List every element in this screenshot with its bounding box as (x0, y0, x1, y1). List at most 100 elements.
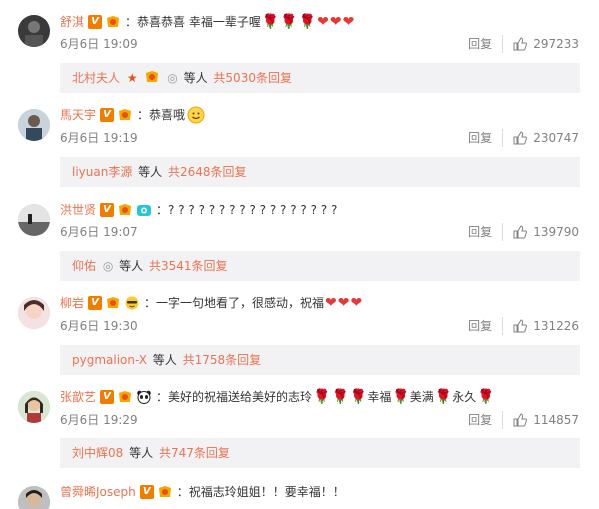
comment-date: 6月6日 19:19 (60, 131, 138, 145)
verified-badge-icon: V (100, 108, 115, 122)
sub-replies: 刘中辉08 等人 共747条回复 (60, 438, 580, 468)
comment-text-part: 永久 (452, 390, 477, 404)
like-icon (513, 37, 528, 51)
rose-emoji-icon: 🌹 (261, 14, 280, 30)
sub-reply-users[interactable]: liyuan李源 (72, 165, 132, 179)
sub-reply-users[interactable]: pygmalion-X (72, 353, 147, 367)
avatar[interactable] (18, 109, 50, 141)
like-icon (513, 131, 528, 145)
reply-button[interactable]: 回复 (468, 223, 504, 241)
vip-badge-icon (119, 391, 132, 402)
rose-emoji-icon: 🌹 (349, 389, 368, 405)
vip-badge-icon (119, 204, 132, 215)
like-count: 230747 (533, 131, 579, 145)
sub-reply-total[interactable]: 共2648条回复 (168, 165, 247, 179)
sub-reply-etc: 等人 (152, 353, 177, 367)
sub-replies: 北村夫人 ★ ◎ 等人 共5030条回复 (60, 63, 580, 93)
sub-reply-users[interactable]: 北村夫人 (72, 71, 120, 85)
panda-badge-icon (137, 390, 151, 404)
camera-badge-icon (137, 205, 152, 216)
username[interactable]: 张歆艺 (60, 387, 96, 407)
like-button[interactable]: 131226 (513, 317, 579, 335)
sub-reply-users[interactable]: 刘中辉08 (72, 446, 123, 460)
heart-emoji-icon: ❤ (350, 295, 363, 311)
like-count: 114857 (533, 413, 579, 427)
vip-badge-icon (158, 486, 171, 497)
sub-reply-etc: 等人 (119, 259, 144, 273)
reply-button[interactable]: 回复 (468, 411, 504, 429)
reply-button[interactable]: 回复 (468, 317, 504, 335)
verified-badge-icon: V (88, 296, 103, 310)
avatar[interactable] (18, 204, 50, 236)
verified-badge-icon: V (88, 15, 103, 29)
comment-text: ：一字一句地看了，很感动，祝福 (144, 296, 325, 310)
comment-date: 6月6日 19:09 (60, 37, 138, 51)
rose-emoji-icon: 🌹 (392, 389, 410, 405)
vip-badge-icon (107, 297, 120, 308)
comment-date: 6月6日 19:30 (60, 319, 138, 333)
comment-date: 6月6日 19:29 (60, 413, 138, 427)
reply-button[interactable]: 回复 (468, 129, 504, 147)
like-icon (513, 225, 528, 239)
verified-badge-icon: V (100, 203, 115, 217)
comment-text: ：? ? ? ? ? ? ? ? ? ? ? ? ? ? ? ? ? (156, 203, 338, 217)
avatar[interactable] (18, 15, 50, 47)
like-button[interactable]: 139790 (513, 223, 579, 241)
avatar[interactable] (18, 486, 50, 509)
sub-replies: pygmalion-X 等人 共1758条回复 (60, 345, 580, 375)
cool-face-badge-icon (125, 296, 139, 310)
heart-emoji-icon: ❤ (342, 14, 355, 30)
comment-text: ：美好的祝福送给美好的志玲 (156, 390, 313, 404)
sub-reply-total[interactable]: 共5030条回复 (213, 71, 292, 85)
like-count: 297233 (533, 37, 579, 51)
like-icon (513, 319, 528, 333)
comment-text: ：恭喜恭喜 幸福一辈子喔 (125, 15, 261, 29)
like-button[interactable]: 230747 (513, 129, 579, 147)
verified-badge-icon: V (139, 485, 154, 499)
comment-text: ：祝福志玲姐姐！！要幸福！！ (176, 485, 345, 499)
star-icon: ★ (126, 71, 138, 85)
smile-emoji-icon (187, 106, 205, 124)
vip-badge-icon (107, 16, 120, 27)
rose-emoji-icon: 🌹 (313, 389, 331, 405)
heart-emoji-icon: ❤ (329, 14, 342, 30)
avatar[interactable] (18, 391, 50, 423)
vip-badge-icon (146, 71, 159, 82)
sub-reply-total[interactable]: 共747条回复 (159, 446, 230, 460)
heart-emoji-icon: ❤ (317, 14, 329, 30)
username[interactable]: 洪世贤 (60, 200, 96, 220)
comment-text-part: 幸福 (367, 390, 392, 404)
sub-reply-total[interactable]: 共3541条回复 (149, 259, 228, 273)
sub-replies: liyuan李源 等人 共2648条回复 (60, 157, 580, 187)
sub-reply-users[interactable]: 仰佑 (72, 259, 96, 273)
comment-date: 6月6日 19:07 (60, 225, 138, 239)
medal-icon: ◎ (102, 259, 114, 273)
verified-badge-icon: V (100, 390, 115, 404)
sub-reply-etc: 等人 (129, 446, 154, 460)
username[interactable]: 柳岩 (60, 293, 84, 313)
like-icon (513, 413, 528, 427)
sub-reply-etc: 等人 (183, 71, 208, 85)
heart-emoji-icon: ❤ (337, 295, 350, 311)
reply-button[interactable]: 回复 (468, 35, 504, 53)
rose-emoji-icon: 🌹 (298, 14, 317, 30)
sub-replies: 仰佑 ◎ 等人 共3541条回复 (60, 251, 580, 281)
avatar[interactable] (18, 297, 50, 329)
rose-emoji-icon: 🌹 (477, 389, 495, 405)
comment-text: ：恭喜哦 (137, 108, 186, 122)
rose-emoji-icon: 🌹 (331, 389, 349, 405)
like-count: 131226 (533, 319, 579, 333)
like-count: 139790 (533, 225, 579, 239)
rose-emoji-icon: 🌹 (434, 389, 453, 405)
username[interactable]: 馬天宇 (60, 105, 96, 125)
rose-emoji-icon: 🌹 (280, 14, 298, 30)
username[interactable]: 曾舜晞Joseph (60, 482, 136, 502)
username[interactable]: 舒淇 (60, 12, 84, 32)
like-button[interactable]: 114857 (513, 411, 579, 429)
sub-reply-etc: 等人 (138, 165, 163, 179)
vip-badge-icon (119, 109, 132, 120)
comment-text-part: 美满 (409, 390, 434, 404)
sub-reply-total[interactable]: 共1758条回复 (183, 353, 262, 367)
heart-emoji-icon: ❤ (325, 295, 337, 311)
like-button[interactable]: 297233 (513, 35, 579, 53)
